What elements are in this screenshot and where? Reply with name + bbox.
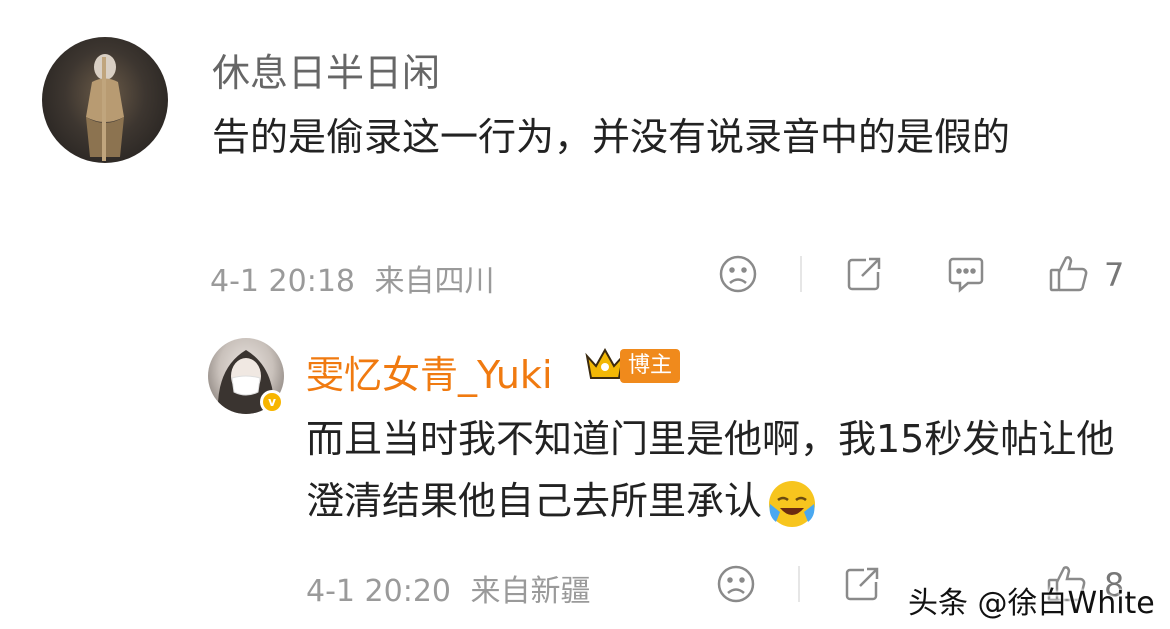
reply-meta: 4-1 20:20 来自新疆 (306, 566, 591, 610)
user-avatar[interactable] (42, 37, 168, 163)
divider (798, 566, 800, 602)
thumbs-up-icon[interactable] (1048, 252, 1090, 294)
reply-text-body: 而且当时我不知道门里是他啊，我15秒发帖让他澄清结果他自己去所里承认 (306, 417, 1115, 523)
watermark: 头条 @徐白White (908, 586, 1155, 621)
reply-date: 4-1 20:20 (306, 574, 451, 609)
verified-icon: v (260, 390, 284, 414)
comment-icon[interactable] (946, 254, 986, 294)
blogger-badge: 博主 (620, 349, 681, 383)
comment-username[interactable]: 休息日半日闲 (212, 42, 440, 97)
reply-username[interactable]: 雯忆女青_Yuki (306, 344, 553, 399)
sad-face-icon[interactable] (716, 564, 756, 604)
reply-location: 来自新疆 (470, 574, 591, 609)
share-icon[interactable] (844, 254, 884, 294)
sad-face-icon[interactable] (718, 254, 758, 294)
comment-date: 4-1 20:18 (210, 264, 355, 299)
divider (800, 256, 802, 292)
comment-text: 告的是偷录这一行为，并没有说录音中的是假的 (212, 115, 1011, 159)
comment-location: 来自四川 (374, 264, 495, 299)
like-count: 7 (1104, 256, 1125, 294)
share-icon[interactable] (842, 564, 882, 604)
reply-text: 而且当时我不知道门里是他啊，我15秒发帖让他澄清结果他自己去所里承认 (306, 408, 1136, 532)
comment-meta: 4-1 20:18 来自四川 (210, 256, 495, 300)
laugh-cry-emoji (766, 478, 818, 530)
